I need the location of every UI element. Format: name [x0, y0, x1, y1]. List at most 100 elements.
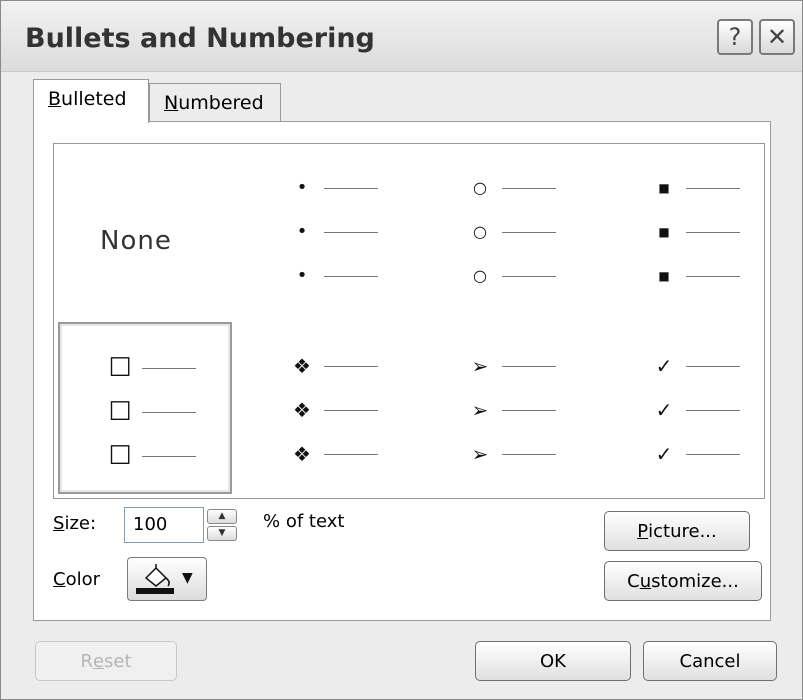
bullet-text-placeholder: [502, 366, 556, 367]
size-suffix: % of text: [263, 511, 345, 532]
customize-accel: u: [639, 570, 652, 592]
color-swatch: [136, 588, 174, 594]
paint-bucket-icon: [144, 564, 170, 587]
customize-button[interactable]: Cu stomize...: [604, 561, 762, 601]
bullet-text-placeholder: [502, 454, 556, 455]
bullet-preview-line: ○: [468, 266, 568, 286]
hollow-square-bullet-icon: ☐: [108, 353, 132, 383]
none-label: None: [100, 226, 172, 256]
reset-label: set: [104, 650, 132, 672]
arrowhead-bullet-icon: ➢: [471, 354, 489, 378]
bullet-style-hollow-circle[interactable]: ○ ○ ○: [410, 144, 588, 322]
bullet-preview-line: ➢: [468, 444, 568, 464]
small-dot-bullet-icon: •: [296, 177, 308, 198]
bullet-text-placeholder: [502, 232, 556, 233]
bullet-preview-line: ❖: [290, 444, 390, 464]
tab-bulleted-accel: B: [48, 88, 62, 110]
ok-button[interactable]: OK: [475, 641, 631, 681]
bullet-preview-line: ✓: [652, 356, 752, 376]
close-icon: ✕: [766, 23, 788, 51]
cancel-button[interactable]: Cancel: [643, 641, 777, 681]
bullet-style-small-dot[interactable]: • • •: [232, 144, 410, 322]
arrowhead-bullet-icon: ➢: [471, 398, 489, 422]
spin-down-icon[interactable]: ▼: [207, 526, 237, 541]
bullet-preview-line: ☐: [108, 397, 208, 427]
bullet-preview-line: ☐: [108, 353, 208, 383]
spin-up-icon[interactable]: ▲: [207, 509, 237, 524]
picture-label: icture...: [648, 520, 717, 542]
chevron-down-icon: ▼: [182, 570, 193, 586]
bullet-preview-line: ❖: [290, 356, 390, 376]
bullet-text-placeholder: [142, 412, 196, 413]
bullet-preview-line: ➢: [468, 400, 568, 420]
color-label-accel: C: [53, 569, 66, 590]
help-button[interactable]: ?: [717, 19, 753, 55]
size-spinner[interactable]: ▲ ▼: [207, 509, 241, 543]
bullet-text-placeholder: [324, 454, 378, 455]
bullet-style-four-diamond[interactable]: ❖ ❖ ❖: [232, 322, 410, 494]
tab-numbered-label: umbered: [178, 92, 264, 114]
bullet-text-placeholder: [686, 232, 740, 233]
color-label: Color: [53, 569, 100, 590]
bullet-preview-line: ❖: [290, 400, 390, 420]
four-diamond-bullet-icon: ❖: [293, 354, 311, 378]
title-bar: Bullets and Numbering ? ✕: [1, 1, 802, 72]
bullet-preview-line: ■: [652, 178, 752, 198]
bullet-preview-line: ○: [468, 178, 568, 198]
customize-label: stomize...: [651, 570, 739, 592]
bullet-preview-line: •: [290, 222, 390, 242]
tab-bulleted[interactable]: Bulleted: [33, 79, 149, 123]
bullet-text-placeholder: [686, 410, 740, 411]
bullet-text-placeholder: [142, 456, 196, 457]
customize-pre: C: [627, 570, 640, 592]
tab-numbered[interactable]: Numbered: [149, 83, 281, 121]
help-icon: ?: [728, 23, 742, 51]
bullet-text-placeholder: [324, 366, 378, 367]
bullet-gallery: None • • • ○ ○ ○ ■ ■ ■ ☐ ☐ ☐ ❖ ❖ ❖ ➢ ➢ ➢ ✓ ✓ ✓: [53, 143, 765, 499]
bullet-style-arrowhead[interactable]: ➢ ➢ ➢: [410, 322, 588, 494]
hollow-circle-bullet-icon: ○: [473, 222, 487, 241]
bullet-preview-line: ○: [468, 222, 568, 242]
filled-square-bullet-icon: ■: [658, 225, 670, 239]
bullet-preview-line: •: [290, 266, 390, 286]
bullets-numbering-dialog: Bullets and Numbering ? ✕ Bulleted Numbe…: [0, 0, 803, 700]
dialog-title: Bullets and Numbering: [25, 23, 375, 54]
picture-accel: P: [637, 520, 649, 542]
bullet-text-placeholder: [686, 276, 740, 277]
bullet-style-filled-square[interactable]: ■ ■ ■: [588, 144, 766, 322]
bullet-text-placeholder: [324, 232, 378, 233]
bullet-style-hollow-square[interactable]: ☐ ☐ ☐: [58, 322, 232, 494]
bullet-text-placeholder: [502, 410, 556, 411]
bullet-style-checkmark[interactable]: ✓ ✓ ✓: [588, 322, 766, 494]
close-button[interactable]: ✕: [759, 19, 795, 55]
bullet-text-placeholder: [324, 276, 378, 277]
bullet-text-placeholder: [142, 368, 196, 369]
color-picker-button[interactable]: ▼: [127, 557, 207, 601]
picture-button[interactable]: Picture...: [604, 511, 750, 551]
reset-button[interactable]: Re set: [35, 641, 177, 681]
tab-numbered-accel: N: [164, 92, 179, 114]
small-dot-bullet-icon: •: [296, 221, 308, 242]
four-diamond-bullet-icon: ❖: [293, 442, 311, 466]
bullet-style-none[interactable]: None: [54, 144, 232, 322]
size-input[interactable]: 100: [124, 507, 204, 543]
tab-bulleted-label: ulleted: [61, 88, 127, 110]
four-diamond-bullet-icon: ❖: [293, 398, 311, 422]
bullet-preview-line: ✓: [652, 400, 752, 420]
bullet-text-placeholder: [502, 276, 556, 277]
reset-pre: R: [80, 650, 93, 672]
bullet-text-placeholder: [324, 188, 378, 189]
filled-square-bullet-icon: ■: [658, 269, 670, 283]
arrowhead-bullet-icon: ➢: [471, 442, 489, 466]
bullet-preview-line: ■: [652, 266, 752, 286]
filled-square-bullet-icon: ■: [658, 181, 670, 195]
bullet-text-placeholder: [686, 366, 740, 367]
hollow-circle-bullet-icon: ○: [473, 178, 487, 197]
hollow-square-bullet-icon: ☐: [108, 397, 132, 427]
bullet-text-placeholder: [686, 188, 740, 189]
bullet-preview-line: •: [290, 178, 390, 198]
size-label-text: ize:: [64, 513, 97, 534]
bullet-text-placeholder: [324, 410, 378, 411]
checkmark-bullet-icon: ✓: [655, 442, 673, 466]
bullet-preview-line: ✓: [652, 444, 752, 464]
